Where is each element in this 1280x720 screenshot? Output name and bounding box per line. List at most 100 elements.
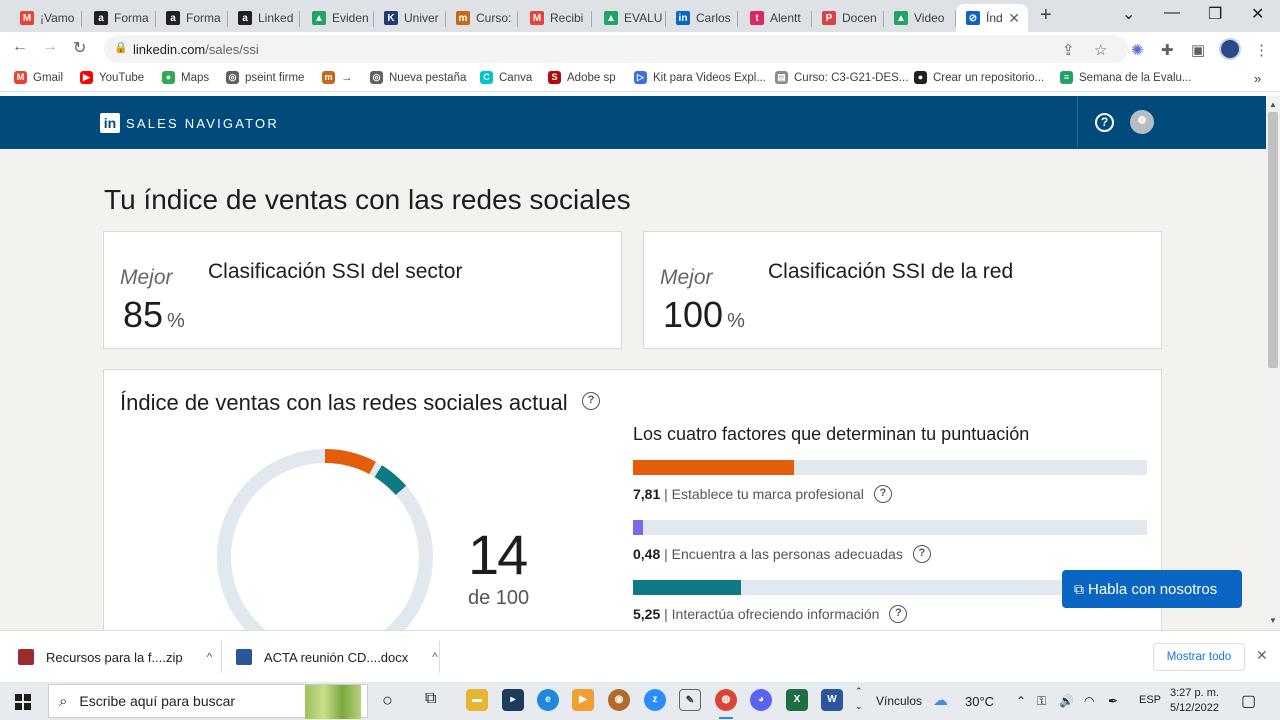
excel-icon[interactable]: X	[786, 689, 808, 711]
bookmark-item[interactable]: ● Maps	[162, 71, 209, 84]
tab-title: Carlos	[696, 11, 731, 25]
factor-info-icon[interactable]: ?	[873, 485, 892, 503]
wifi-icon[interactable]: ◠	[1084, 694, 1094, 708]
taskbar-search[interactable]: ⌕ Escribe aquí para buscar	[48, 684, 368, 719]
taskbar-clock[interactable]: 3:27 p. m. 5/12/2022	[1170, 686, 1219, 716]
weather-temperature[interactable]: 30°C	[965, 694, 994, 709]
extensions-puzzle-icon[interactable]: ✚	[1161, 41, 1174, 59]
browser-tab[interactable]: M ¡Vamo	[10, 4, 82, 32]
restore-button[interactable]: ❐	[1208, 4, 1222, 24]
edge-icon[interactable]: e	[537, 689, 559, 711]
show-all-downloads-button[interactable]: Mostrar todo	[1153, 643, 1245, 671]
forward-icon[interactable]: →	[42, 38, 58, 56]
bookmark-item[interactable]: ▶ YouTube	[80, 71, 144, 84]
chevron-up-icon[interactable]: ^	[432, 650, 438, 664]
download-item[interactable]: ACTA reunión CD....docx ^	[236, 631, 438, 683]
share-icon[interactable]: ⇪	[1062, 41, 1075, 59]
browser-tab[interactable]: a Forma	[84, 4, 156, 32]
linkedin-logo-icon[interactable]: in	[100, 113, 120, 133]
side-panel-icon[interactable]: ▣	[1191, 41, 1205, 59]
factors-title: Los cuatro factores que determinan tu pu…	[633, 424, 1030, 444]
chrome-icon[interactable]: ◍	[715, 689, 737, 711]
browser-tab[interactable]: t Alentt	[740, 4, 812, 32]
bookmark-item[interactable]: m →	[322, 71, 353, 84]
back-icon[interactable]: ←	[12, 38, 28, 56]
word-icon[interactable]: W	[821, 689, 843, 711]
browser-tab[interactable]: P Docen	[812, 4, 884, 32]
bookmark-item[interactable]: M Gmail	[14, 71, 63, 84]
factor-bar-fill	[633, 460, 794, 475]
more-bookmarks-icon[interactable]: »	[1254, 71, 1261, 86]
address-bar[interactable]: 🔒 linkedin.com/sales/ssi ⇪ ☆	[104, 35, 1128, 63]
scroll-up-icon[interactable]: ▲	[1269, 100, 1277, 109]
cortana-icon[interactable]: ○	[382, 690, 393, 711]
notifications-icon[interactable]: ▢	[1241, 691, 1256, 711]
tab-search-icon[interactable]: ⌄	[1122, 4, 1135, 24]
browser-tab[interactable]: M Recibi	[520, 4, 592, 32]
bookmark-item[interactable]: ● Crear un repositorio...	[914, 71, 1044, 84]
tab-favicon-icon: a	[238, 11, 252, 25]
bookmark-item[interactable]: ◎ pseint firme	[226, 71, 304, 84]
terminal-icon[interactable]: ▸	[502, 689, 524, 711]
browser-tab[interactable]: ⊘ Índ ✕	[956, 4, 1028, 32]
download-item[interactable]: Recursos para la f....zip ^	[18, 631, 212, 683]
page-scrollbar[interactable]: ▲ ▼	[1266, 96, 1280, 630]
game-icon[interactable]: ◉	[608, 689, 630, 711]
new-tab-button[interactable]: +	[1040, 4, 1052, 27]
task-view-icon[interactable]: ⧉	[425, 690, 436, 708]
browser-profile-avatar[interactable]	[1219, 38, 1241, 60]
close-window-button[interactable]: ✕	[1251, 4, 1264, 24]
factor-info-icon[interactable]: ?	[912, 545, 931, 563]
factor-row: 7,81 | Establece tu marca profesional ?	[633, 485, 892, 503]
weather-cloud-icon[interactable]: ☁	[933, 691, 948, 709]
language-indicator[interactable]: ESP	[1139, 694, 1161, 706]
sales-navigator-title[interactable]: SALES NAVIGATOR	[126, 116, 279, 131]
minimize-button[interactable]: —	[1164, 4, 1180, 22]
clock-time: 3:27 p. m.	[1170, 687, 1219, 699]
bookmark-item[interactable]: ▷ Kit para Videos Expl...	[634, 71, 766, 84]
pen-icon[interactable]: ✒	[1108, 694, 1118, 708]
reload-icon[interactable]: ↻	[73, 38, 86, 58]
bookmark-item[interactable]: ▤ Curso: C3-G21-DES...	[775, 71, 908, 84]
factor-info-icon[interactable]: ?	[889, 605, 908, 623]
taskbar-overflow-icon[interactable]: ⌃ ⌄	[855, 684, 863, 714]
browser-tab[interactable]: m Curso:	[446, 4, 518, 32]
snip-tool-icon[interactable]: ✎	[679, 689, 701, 711]
file-explorer-icon[interactable]: ▬	[466, 689, 488, 711]
bookmark-item[interactable]: C Canva	[480, 71, 532, 84]
lock-icon[interactable]: 🔒	[114, 41, 128, 54]
bookmark-item[interactable]: ≡ Semana de la Evalu...	[1060, 71, 1192, 84]
tab-favicon-icon: ▲	[604, 11, 618, 25]
chevron-up-icon[interactable]: ^	[207, 650, 213, 664]
bookmark-item[interactable]: S Adobe sp	[548, 71, 616, 84]
browser-tab[interactable]: K Univer	[374, 4, 446, 32]
show-hidden-icons[interactable]: ⌃	[1016, 694, 1026, 708]
factor-row: 0,48 | Encuentra a las personas adecuada…	[633, 545, 931, 563]
scroll-thumb[interactable]	[1268, 112, 1278, 368]
chat-button[interactable]: ⧉ Habla con nosotros	[1062, 570, 1242, 608]
extension-gear-icon[interactable]: ✺	[1131, 41, 1144, 59]
network-icon[interactable]: ⚿	[1037, 694, 1046, 709]
ssi-info-icon[interactable]: ?	[582, 392, 600, 410]
discord-icon[interactable]: ◕	[750, 689, 772, 711]
volume-icon[interactable]: 🔊	[1059, 694, 1074, 708]
browser-tab[interactable]: ▲ EVALU	[594, 4, 666, 32]
browser-menu-icon[interactable]: ⋮	[1254, 41, 1269, 59]
browser-tab[interactable]: a Forma	[156, 4, 228, 32]
browser-tab[interactable]: ▲ Eviden	[302, 4, 374, 32]
bookmark-star-icon[interactable]: ☆	[1094, 41, 1107, 59]
close-download-bar-icon[interactable]: ✕	[1256, 647, 1268, 664]
links-toolbar-label[interactable]: Vínculos	[876, 694, 922, 708]
browser-tab[interactable]: in Carlos	[666, 4, 738, 32]
scroll-down-icon[interactable]: ▼	[1269, 616, 1277, 625]
bookmark-item[interactable]: ◎ Nueva pestaña	[370, 71, 466, 84]
browser-tab[interactable]: ▲ Video	[884, 4, 956, 32]
tab-close-icon[interactable]: ✕	[1008, 10, 1020, 27]
help-icon[interactable]: ?	[1095, 113, 1114, 132]
zoom-icon[interactable]: z	[644, 689, 666, 711]
profile-avatar[interactable]	[1130, 110, 1154, 134]
browser-tab[interactable]: a Linked	[228, 4, 300, 32]
bookmark-label: Curso: C3-G21-DES...	[794, 71, 909, 84]
media-player-icon[interactable]: ▶	[572, 689, 594, 711]
windows-start-icon[interactable]	[15, 694, 31, 710]
